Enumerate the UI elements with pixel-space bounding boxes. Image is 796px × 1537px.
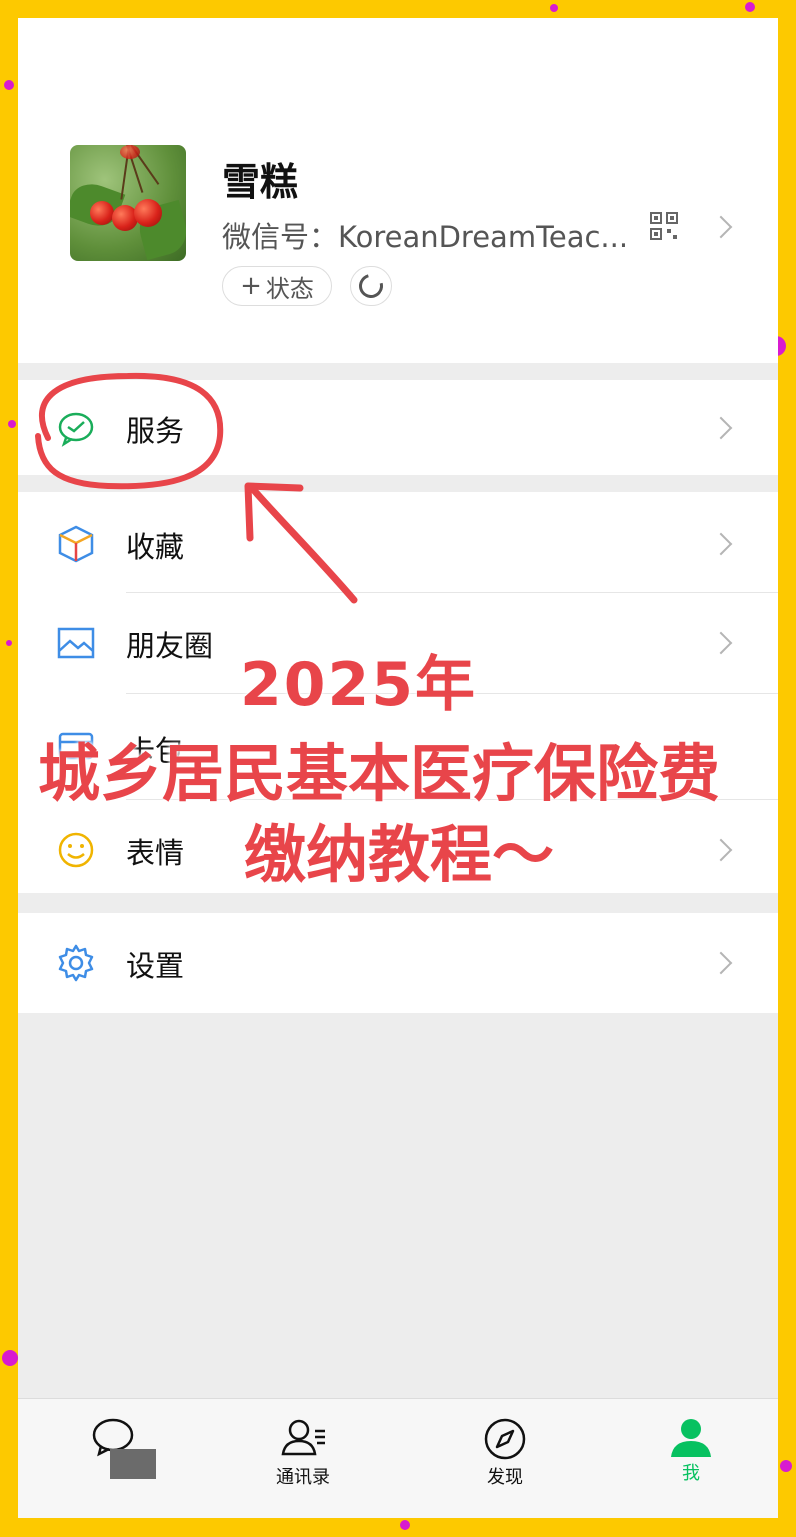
tab-label-discover: 发现 bbox=[487, 1467, 523, 1488]
compass-icon bbox=[484, 1418, 526, 1460]
tab-label-contacts: 通讯录 bbox=[276, 1467, 330, 1488]
menu-item-settings[interactable]: 设置 bbox=[18, 913, 778, 1013]
chevron-right-icon bbox=[709, 951, 733, 975]
gear-icon bbox=[58, 944, 94, 982]
empty-area bbox=[18, 1013, 778, 1398]
me-person-icon bbox=[671, 1419, 711, 1457]
decor-dot bbox=[8, 420, 16, 428]
phone-screen: 雪糕 微信号：KoreanDreamTeac... + 状态 服务 收藏 朋友圈… bbox=[18, 18, 778, 1518]
decor-dot bbox=[780, 1460, 792, 1472]
decor-dot bbox=[2, 1350, 18, 1366]
tab-discover[interactable]: 发现 bbox=[410, 1399, 600, 1518]
decor-dot bbox=[550, 4, 558, 12]
menu-label-stickers: 表情 bbox=[126, 836, 185, 870]
tab-me[interactable]: 我 bbox=[596, 1399, 778, 1518]
tab-contacts[interactable]: 通讯录 bbox=[208, 1399, 398, 1518]
smiley-icon bbox=[58, 832, 94, 868]
tab-label-me: 我 bbox=[682, 1463, 700, 1484]
decor-dot bbox=[4, 80, 14, 90]
redaction-block bbox=[110, 1449, 156, 1479]
chevron-right-icon bbox=[709, 838, 733, 862]
decor-dot bbox=[6, 640, 12, 646]
decor-dot bbox=[745, 2, 755, 12]
decor-dot bbox=[400, 1520, 410, 1530]
overlay-title-main: 城乡居民基本医疗保险费 bbox=[38, 737, 721, 810]
contacts-icon bbox=[281, 1419, 325, 1456]
section-divider bbox=[18, 893, 778, 913]
annotation-highlight bbox=[35, 372, 358, 604]
overlay-title-year: 2025年 bbox=[240, 650, 477, 720]
menu-label-settings: 设置 bbox=[126, 949, 185, 983]
overlay-title-sub: 缴纳教程～ bbox=[244, 818, 555, 891]
